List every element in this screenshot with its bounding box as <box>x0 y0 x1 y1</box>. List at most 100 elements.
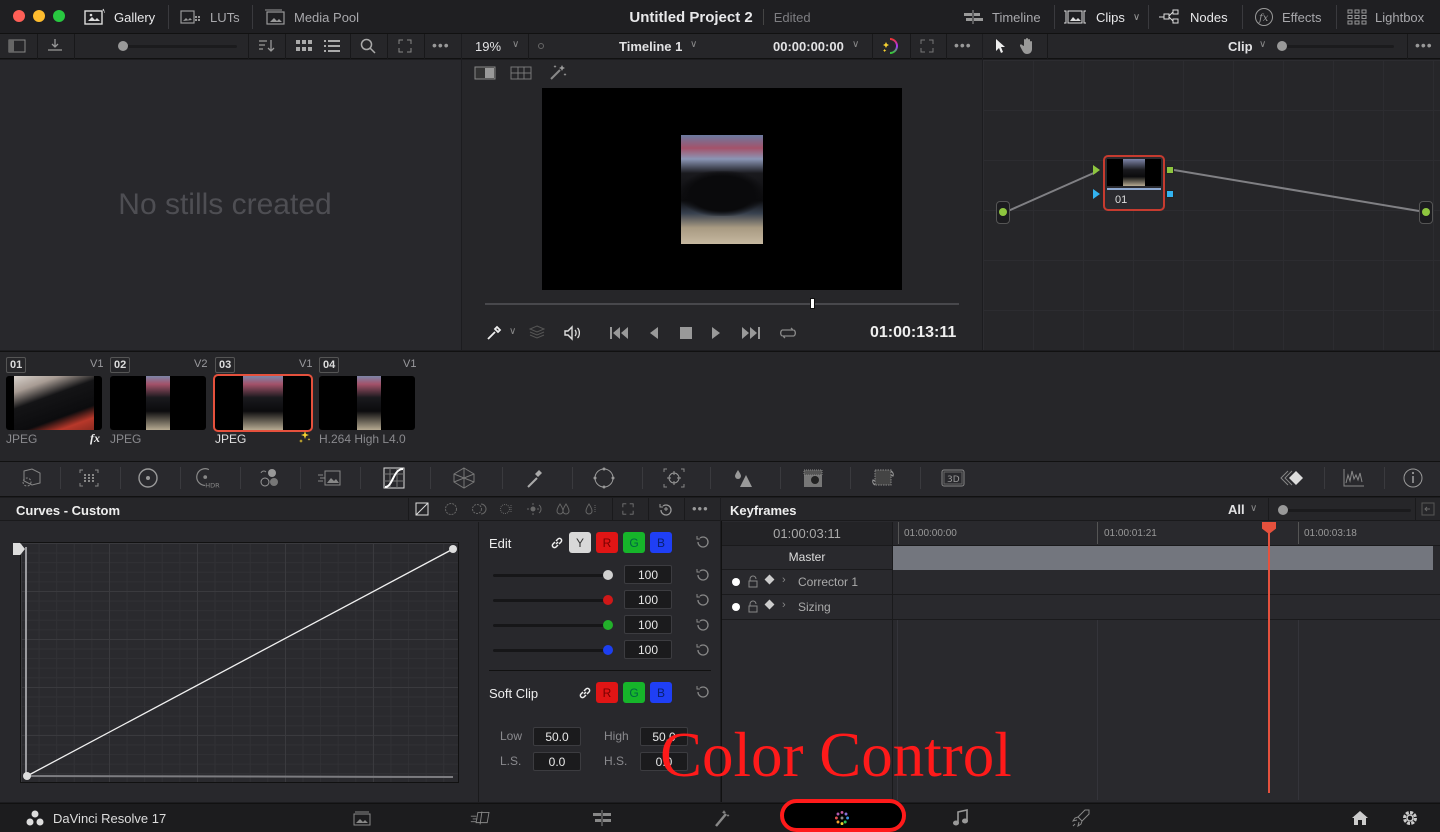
curve-graph[interactable] <box>13 542 459 783</box>
chevron-down-icon[interactable]: ∨ <box>509 326 516 337</box>
curve-point-black[interactable] <box>23 772 31 780</box>
soft-clip-g-button[interactable]: G <box>623 682 645 703</box>
custom-curves-icon[interactable] <box>415 502 429 516</box>
gallery-tab[interactable]: Gallery <box>84 0 155 34</box>
node-mode[interactable]: Clip <box>1228 39 1253 54</box>
master-track-bar[interactable] <box>893 546 1433 570</box>
reset-icon[interactable] <box>695 592 711 608</box>
output-node[interactable] <box>1419 201 1433 224</box>
keyframe-zoom-slider[interactable] <box>1283 509 1411 512</box>
curves-icon[interactable] <box>381 466 407 490</box>
link-icon[interactable] <box>578 686 592 700</box>
sat-vs-sat-icon[interactable] <box>555 502 571 516</box>
magic-wand-icon[interactable] <box>548 63 568 81</box>
channel-y-button[interactable]: Y <box>569 532 591 553</box>
chevron-down-icon[interactable]: ∨ <box>1250 503 1257 514</box>
media-page-icon[interactable] <box>350 808 374 828</box>
key-icon[interactable] <box>800 466 826 490</box>
track-enable-icon[interactable] <box>732 578 740 586</box>
home-icon[interactable] <box>1348 808 1372 828</box>
expand-icon[interactable] <box>622 503 634 515</box>
more-options-icon[interactable]: ••• <box>692 501 709 516</box>
color-match-icon[interactable] <box>76 466 102 490</box>
corrector-node[interactable]: 01 <box>1103 155 1165 211</box>
loop-icon[interactable] <box>778 325 798 341</box>
hand-tool-icon[interactable] <box>1020 37 1036 55</box>
intensity-knob[interactable] <box>603 570 613 580</box>
media-pool-tab[interactable]: Media Pool <box>264 0 359 34</box>
motion-effects-icon[interactable] <box>316 466 342 490</box>
minimize-window-button[interactable] <box>33 10 45 22</box>
reset-soft-clip-icon[interactable] <box>695 684 711 700</box>
intensity-knob[interactable] <box>603 645 613 655</box>
list-view-icon[interactable] <box>324 40 340 52</box>
volume-icon[interactable] <box>563 325 581 341</box>
go-to-start-icon[interactable] <box>610 326 630 340</box>
slider-knob[interactable] <box>1278 505 1288 515</box>
deliver-page-icon[interactable] <box>1069 808 1093 828</box>
settings-icon[interactable] <box>1398 808 1422 828</box>
clip-thumbnail[interactable] <box>110 376 206 430</box>
expand-icon[interactable] <box>398 39 412 53</box>
reset-edit-icon[interactable] <box>695 534 711 550</box>
3d-icon[interactable]: 3D <box>940 466 966 490</box>
intensity-field-y[interactable]: 100 <box>624 565 672 584</box>
keyframe-track[interactable]: › Corrector 1 <box>722 570 1440 595</box>
fusion-page-icon[interactable] <box>709 808 733 828</box>
intensity-slider-b[interactable] <box>493 649 610 652</box>
go-to-end-icon[interactable] <box>740 326 760 340</box>
power-window-icon[interactable] <box>591 466 617 490</box>
soft-clip-r-button[interactable]: R <box>596 682 618 703</box>
clip-thumbnail[interactable] <box>6 376 102 430</box>
tracker-icon[interactable] <box>661 466 687 490</box>
layers-icon[interactable] <box>529 325 545 339</box>
luts-tab[interactable]: LUTs <box>180 0 240 34</box>
hue-vs-sat-icon[interactable] <box>471 502 487 516</box>
keyframe-diamond-icon[interactable] <box>764 599 775 610</box>
scrubber-bar[interactable] <box>485 303 959 305</box>
clip-thumbnail[interactable] <box>319 376 415 430</box>
intensity-knob[interactable] <box>603 595 613 605</box>
lightbox-toggle[interactable]: Lightbox <box>1347 0 1424 34</box>
keyframe-track[interactable]: › Sizing <box>722 595 1440 620</box>
maximize-window-button[interactable] <box>53 10 65 22</box>
chevron-down-icon[interactable]: ∨ <box>1259 39 1266 50</box>
hue-vs-hue-icon[interactable] <box>443 502 459 516</box>
lum-vs-sat-icon[interactable] <box>527 502 543 516</box>
slider-knob[interactable] <box>1277 41 1287 51</box>
more-options-icon[interactable]: ••• <box>954 37 972 53</box>
ls-field[interactable]: 0.0 <box>533 752 581 771</box>
intensity-slider-y[interactable] <box>493 574 610 577</box>
edit-page-icon[interactable] <box>590 808 614 828</box>
sort-icon[interactable] <box>258 39 276 53</box>
clips-toggle[interactable]: Clips ∨ <box>1062 0 1140 34</box>
more-options-icon[interactable]: ••• <box>432 37 450 53</box>
intensity-field-b[interactable]: 100 <box>624 640 672 659</box>
thumbnail-size-slider[interactable] <box>122 45 237 48</box>
eyedropper-icon[interactable] <box>486 325 502 341</box>
slider-knob[interactable] <box>118 41 128 51</box>
intensity-field-r[interactable]: 100 <box>624 590 672 609</box>
intensity-knob[interactable] <box>603 620 613 630</box>
split-screen-icon[interactable] <box>474 66 496 80</box>
pointer-tool-icon[interactable] <box>995 38 1007 54</box>
intensity-field-g[interactable]: 100 <box>624 615 672 634</box>
lock-icon[interactable] <box>748 600 758 616</box>
play-icon[interactable] <box>711 326 721 340</box>
chevron-down-icon[interactable]: ∨ <box>852 39 859 50</box>
lock-icon[interactable] <box>748 575 758 591</box>
channel-b-button[interactable]: B <box>650 532 672 553</box>
scrubber-handle[interactable] <box>810 298 816 309</box>
channel-r-button[interactable]: R <box>596 532 618 553</box>
grab-still-icon[interactable] <box>46 38 64 54</box>
color-highlight-icon[interactable] <box>880 37 900 55</box>
close-window-button[interactable] <box>13 10 25 22</box>
cut-page-icon[interactable] <box>469 808 493 828</box>
chevron-down-icon[interactable]: ∨ <box>690 39 697 50</box>
rgb-mixer-icon[interactable] <box>256 466 282 490</box>
source-input-node[interactable] <box>996 201 1010 224</box>
intensity-slider-r[interactable] <box>493 599 610 602</box>
reset-icon[interactable] <box>695 642 711 658</box>
curve-point-white[interactable] <box>449 545 457 553</box>
zoom-level[interactable]: 19% <box>475 39 501 54</box>
